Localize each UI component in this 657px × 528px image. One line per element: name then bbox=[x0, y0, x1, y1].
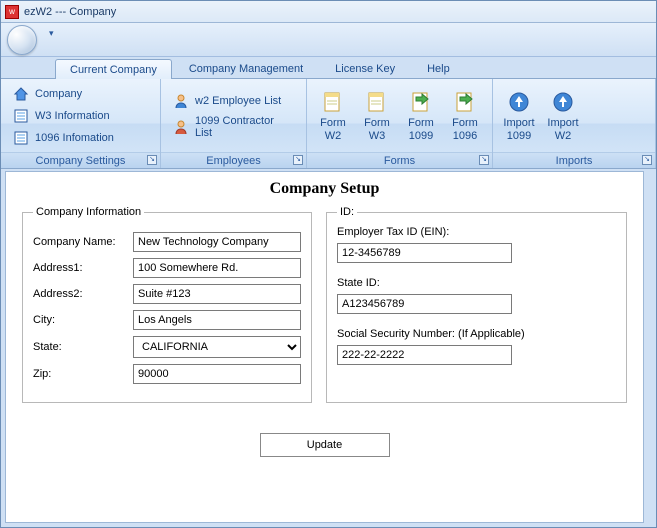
select-state[interactable]: CALIFORNIA bbox=[133, 336, 301, 358]
expand-icon[interactable]: ↘ bbox=[642, 155, 652, 165]
label-zip: Zip: bbox=[33, 368, 133, 380]
label-company-name: Company Name: bbox=[33, 236, 133, 248]
ribbon-tabs: Current Company Company Management Licen… bbox=[1, 57, 656, 79]
ribbon-btn-label: Form W3 bbox=[364, 117, 390, 142]
ribbon-btn-import-w2[interactable]: Import W2 bbox=[541, 86, 585, 144]
label-ssn: Social Security Number: (If Applicable) bbox=[337, 328, 616, 340]
fieldset-id: ID: Employer Tax ID (EIN): State ID: Soc… bbox=[326, 206, 627, 403]
ribbon-item-w2-employee-list[interactable]: w2 Employee List bbox=[169, 91, 298, 111]
ribbon-item-w3-info[interactable]: W3 Information bbox=[9, 106, 118, 126]
label-state: State: bbox=[33, 341, 133, 353]
ribbon-item-1096-info[interactable]: 1096 Infomation bbox=[9, 128, 118, 148]
ribbon-btn-import-1099[interactable]: Import 1099 bbox=[497, 86, 541, 144]
input-state-id[interactable] bbox=[337, 294, 512, 314]
label-state-id: State ID: bbox=[337, 277, 616, 289]
group-company-settings: Company W3 Information 1096 Infomation bbox=[1, 79, 161, 168]
input-address1[interactable] bbox=[133, 258, 301, 278]
ribbon-btn-label: Form W2 bbox=[320, 117, 346, 142]
ribbon-item-label: 1099 Contractor List bbox=[195, 115, 294, 139]
label-city: City: bbox=[33, 314, 133, 326]
titlebar: w ezW2 --- Company bbox=[1, 1, 656, 23]
group-label-company-settings: Company Settings ↘ bbox=[1, 152, 160, 168]
input-zip[interactable] bbox=[133, 364, 301, 384]
document-arrow-icon bbox=[453, 90, 477, 114]
tab-license-key[interactable]: License Key bbox=[320, 58, 410, 78]
fieldset-company-info: Company Information Company Name: Addres… bbox=[22, 206, 312, 403]
qat-dropdown-icon[interactable]: ▾ bbox=[49, 28, 59, 38]
legend-company-info: Company Information bbox=[33, 206, 144, 218]
window-title: ezW2 --- Company bbox=[24, 6, 116, 18]
ribbon-item-label: 1096 Infomation bbox=[35, 132, 114, 144]
form-icon bbox=[13, 108, 29, 124]
tab-help[interactable]: Help bbox=[412, 58, 465, 78]
ribbon-item-label: Company bbox=[35, 88, 82, 100]
group-label-employees: Employees ↘ bbox=[161, 152, 306, 168]
ribbon-btn-form-1096[interactable]: Form 1096 bbox=[443, 86, 487, 144]
expand-icon[interactable]: ↘ bbox=[147, 155, 157, 165]
input-address2[interactable] bbox=[133, 284, 301, 304]
ribbon-item-company[interactable]: Company bbox=[9, 84, 118, 104]
label-address1: Address1: bbox=[33, 262, 133, 274]
label-address2: Address2: bbox=[33, 288, 133, 300]
tab-current-company[interactable]: Current Company bbox=[55, 59, 172, 79]
group-forms: Form W2 Form W3 Form 1099 bbox=[307, 79, 493, 168]
ribbon-quick-access: ▾ bbox=[1, 23, 656, 57]
ribbon-btn-label: Import 1099 bbox=[503, 117, 534, 142]
content-panel: Company Setup Company Information Compan… bbox=[5, 171, 644, 523]
app-window: w ezW2 --- Company ▾ Current Company Com… bbox=[0, 0, 657, 528]
page-title: Company Setup bbox=[22, 180, 627, 198]
group-label-imports: Imports ↘ bbox=[493, 152, 655, 168]
ribbon-btn-label: Import W2 bbox=[547, 117, 578, 142]
group-employees: w2 Employee List 1099 Contractor List Em… bbox=[161, 79, 307, 168]
import-up-icon bbox=[507, 90, 531, 114]
input-city[interactable] bbox=[133, 310, 301, 330]
document-icon bbox=[365, 90, 389, 114]
app-icon: w bbox=[5, 5, 19, 19]
ribbon-btn-form-w3[interactable]: Form W3 bbox=[355, 86, 399, 144]
group-label-forms: Forms ↘ bbox=[307, 152, 492, 168]
ribbon-item-1099-contractor-list[interactable]: 1099 Contractor List bbox=[169, 113, 298, 141]
person-icon bbox=[173, 119, 189, 135]
home-icon bbox=[13, 86, 29, 102]
person-icon bbox=[173, 93, 189, 109]
ribbon-item-label: W3 Information bbox=[35, 110, 110, 122]
input-company-name[interactable] bbox=[133, 232, 301, 252]
app-menu-orb[interactable] bbox=[7, 25, 37, 55]
form-icon bbox=[13, 130, 29, 146]
document-arrow-icon bbox=[409, 90, 433, 114]
expand-icon[interactable]: ↘ bbox=[479, 155, 489, 165]
update-button[interactable]: Update bbox=[260, 433, 390, 457]
ribbon-item-label: w2 Employee List bbox=[195, 95, 281, 107]
ribbon-btn-form-w2[interactable]: Form W2 bbox=[311, 86, 355, 144]
expand-icon[interactable]: ↘ bbox=[293, 155, 303, 165]
group-imports: Import 1099 Import W2 Imports ↘ bbox=[493, 79, 656, 168]
ribbon-btn-label: Form 1096 bbox=[452, 117, 478, 142]
ribbon-btn-form-1099[interactable]: Form 1099 bbox=[399, 86, 443, 144]
document-icon bbox=[321, 90, 345, 114]
legend-id: ID: bbox=[337, 206, 357, 218]
label-ein: Employer Tax ID (EIN): bbox=[337, 226, 616, 238]
ribbon-body: Company W3 Information 1096 Infomation bbox=[1, 79, 656, 169]
input-ssn[interactable] bbox=[337, 345, 512, 365]
tab-company-management[interactable]: Company Management bbox=[174, 58, 318, 78]
ribbon-btn-label: Form 1099 bbox=[408, 117, 434, 142]
input-ein[interactable] bbox=[337, 243, 512, 263]
import-up-icon bbox=[551, 90, 575, 114]
